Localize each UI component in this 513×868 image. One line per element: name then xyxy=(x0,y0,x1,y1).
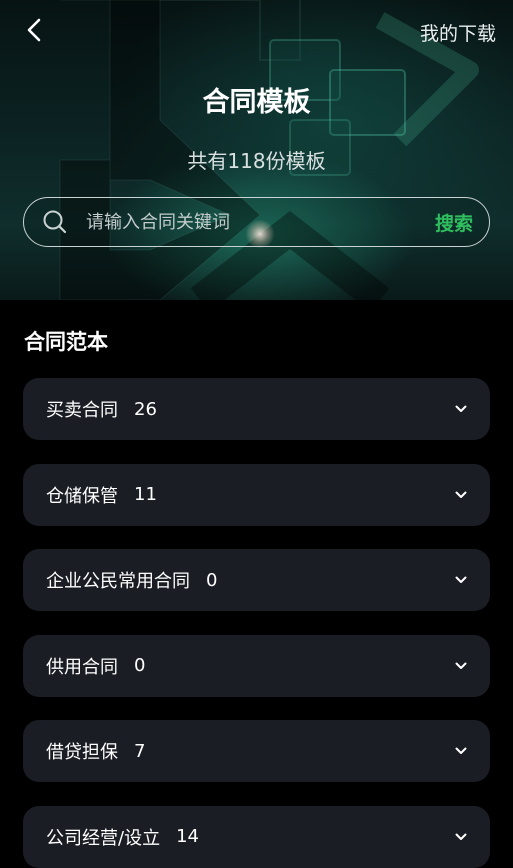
category-count: 11 xyxy=(134,484,157,506)
chevron-down-icon xyxy=(455,747,467,755)
template-count-subtitle: 共有118份模板 xyxy=(187,149,326,173)
search-icon xyxy=(43,210,67,234)
category-name: 仓储保管 xyxy=(46,485,118,507)
chevron-down-icon xyxy=(455,833,467,840)
category-item-sale[interactable]: 买卖合同 26 xyxy=(23,378,490,440)
category-name: 供用合同 xyxy=(46,656,118,678)
category-count: 0 xyxy=(206,569,218,591)
category-count: 26 xyxy=(134,398,157,420)
category-list: 买卖合同 26 仓储保管 11 企业公民常用合同 0 供用合同 0 借贷担保 7… xyxy=(23,378,490,868)
category-count: 14 xyxy=(176,826,199,848)
chevron-down-icon xyxy=(455,576,467,584)
chevron-down-icon xyxy=(455,491,467,498)
search-bar: 搜索 xyxy=(23,197,490,247)
section-title: 合同范本 xyxy=(24,330,108,354)
category-name: 公司经营/设立 xyxy=(46,827,161,849)
category-item-supply[interactable]: 供用合同 0 xyxy=(23,634,490,697)
my-downloads-link[interactable]: 我的下载 xyxy=(420,19,496,46)
back-button[interactable] xyxy=(18,14,50,46)
search-button[interactable]: 搜索 xyxy=(435,209,473,236)
search-input[interactable] xyxy=(86,211,435,233)
chevron-down-icon xyxy=(455,662,467,669)
category-name: 借贷担保 xyxy=(46,742,118,764)
category-item-loan[interactable]: 借贷担保 7 xyxy=(23,720,490,783)
chevron-left-icon xyxy=(27,18,41,42)
category-item-enterprise[interactable]: 企业公民常用合同 0 xyxy=(23,549,490,612)
category-count: 0 xyxy=(134,655,146,677)
category-name: 企业公民常用合同 xyxy=(46,571,190,593)
page-title: 合同模板 xyxy=(202,87,311,118)
category-name: 买卖合同 xyxy=(46,400,118,421)
category-count: 7 xyxy=(134,740,146,762)
category-item-company[interactable]: 公司经营/设立 14 xyxy=(23,805,490,868)
category-item-storage[interactable]: 仓储保管 11 xyxy=(23,463,490,526)
chevron-down-icon xyxy=(455,405,467,412)
